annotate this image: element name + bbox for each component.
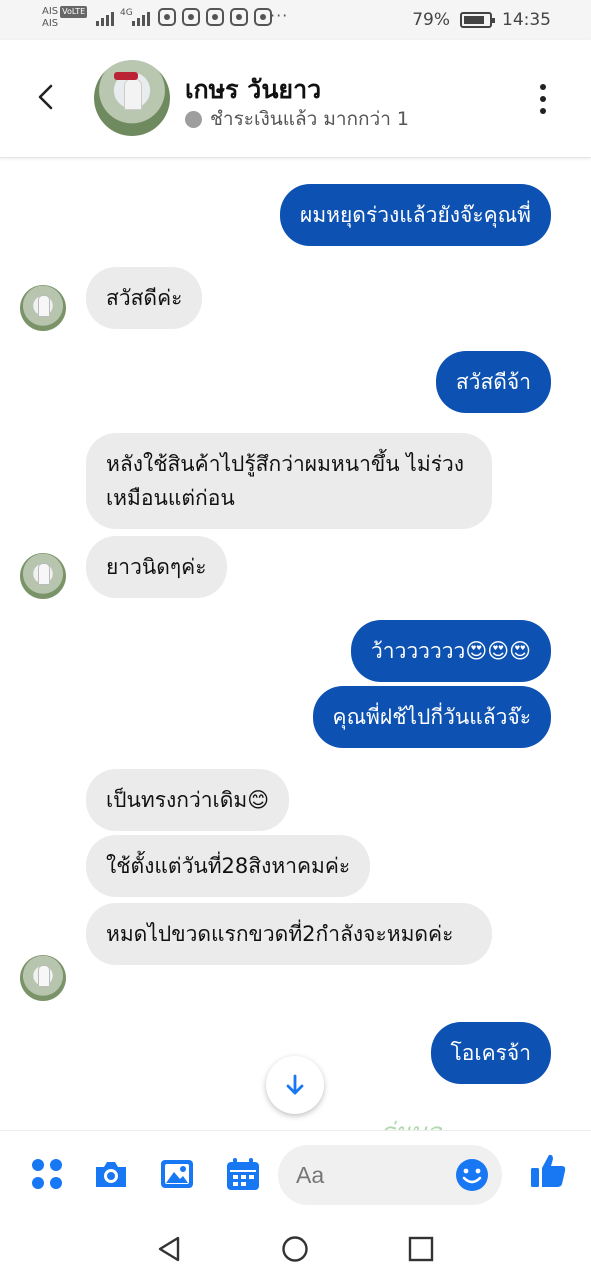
message-incoming[interactable]: ใช้ตั้งแต่วันที่28สิงหาคมค่ะ [86, 835, 371, 897]
app-notification-icon [230, 8, 248, 26]
message-incoming[interactable]: หมดไปขวดแรกขวดที่2กำลังจะหมดค่ะ [86, 903, 492, 965]
calendar-button[interactable] [224, 1155, 262, 1193]
message-input[interactable] [296, 1145, 446, 1205]
chat-header: เกษร วันยาว ชำระเงินแล้ว มากกว่า 1 [0, 40, 591, 158]
nav-back-button[interactable] [154, 1234, 184, 1264]
emoji-icon [456, 1159, 488, 1191]
thumbs-up-icon [531, 1154, 566, 1187]
status-text: ชำระเงินแล้ว มากกว่า 1 [210, 108, 409, 130]
sender-avatar[interactable] [20, 553, 66, 599]
message-input-container[interactable] [278, 1145, 502, 1205]
message-incoming[interactable]: สวัสดีค่ะ [86, 267, 203, 329]
more-notifications-icon: ··· [270, 6, 289, 25]
app-notification-icon [158, 8, 176, 26]
nav-back-icon [158, 1236, 180, 1262]
signal-icon [96, 10, 114, 26]
nav-home-button[interactable] [280, 1234, 310, 1264]
message-incoming[interactable]: ยาวนิดๆค่ะ [86, 536, 227, 598]
message-outgoing[interactable]: ว้าวววววว😍😍😍 [350, 620, 551, 682]
battery-percent: 79% [412, 10, 450, 30]
emoji-button[interactable] [454, 1157, 490, 1193]
message-incoming[interactable]: เป็นทรงกว่าเดิม😊 [86, 769, 290, 831]
volte-badge: VoLTE [60, 6, 88, 18]
nav-recents-icon [408, 1236, 434, 1262]
nav-home-icon [282, 1236, 308, 1262]
status-dot-icon [185, 110, 202, 128]
back-arrow-icon [38, 84, 53, 110]
status-right: 79% 14:35 [412, 10, 551, 30]
gallery-button[interactable] [158, 1155, 196, 1193]
carrier-top: AIS [42, 6, 59, 17]
battery-icon [460, 12, 495, 28]
more-vertical-icon [540, 84, 546, 90]
message-outgoing[interactable]: คุณพี่ฝช้ไปกี่วันแล้วจ๊ะ [312, 686, 551, 748]
sender-avatar[interactable] [20, 285, 66, 331]
network-type: 4G [120, 8, 133, 18]
sender-avatar[interactable] [20, 955, 66, 1001]
carrier-bottom: AIS [42, 18, 59, 29]
gallery-icon [161, 1160, 193, 1188]
clock: 14:35 [502, 10, 551, 30]
back-button[interactable] [30, 80, 64, 114]
arrow-down-icon [286, 1074, 304, 1095]
camera-icon [96, 1162, 126, 1187]
scroll-to-bottom-button[interactable] [266, 1056, 324, 1114]
calendar-icon [227, 1158, 259, 1190]
apps-button[interactable] [28, 1155, 66, 1193]
more-options-button[interactable] [539, 84, 547, 114]
signal-icon-2 [132, 10, 150, 26]
notification-icons [158, 8, 272, 26]
message-incoming[interactable]: หลังใช้สินค้าไปรู้สึกว่าผมหนาขึ้น ไม่ร่ว… [86, 433, 492, 529]
carrier-label: AIS VoLTE AIS [42, 6, 88, 30]
apps-grid-icon [32, 1159, 62, 1189]
message-outgoing[interactable]: สวัสดีจ้า [435, 351, 551, 413]
status-bar: AIS VoLTE AIS 4G ··· 79% 14:35 [0, 0, 591, 40]
system-nav-bar [0, 1216, 591, 1280]
contact-status: ชำระเงินแล้ว มากกว่า 1 [185, 104, 409, 134]
message-outgoing[interactable]: โอเครจ้า [430, 1022, 551, 1084]
contact-avatar[interactable] [94, 60, 170, 136]
app-notification-icon [206, 8, 224, 26]
app-notification-icon [182, 8, 200, 26]
like-button[interactable] [528, 1151, 566, 1189]
camera-button[interactable] [92, 1155, 130, 1193]
message-outgoing[interactable]: ผมหยุดร่วงแล้วยังจ๊ะคุณพี่ [280, 184, 551, 246]
nav-recents-button[interactable] [406, 1234, 436, 1264]
message-composer [0, 1130, 591, 1216]
